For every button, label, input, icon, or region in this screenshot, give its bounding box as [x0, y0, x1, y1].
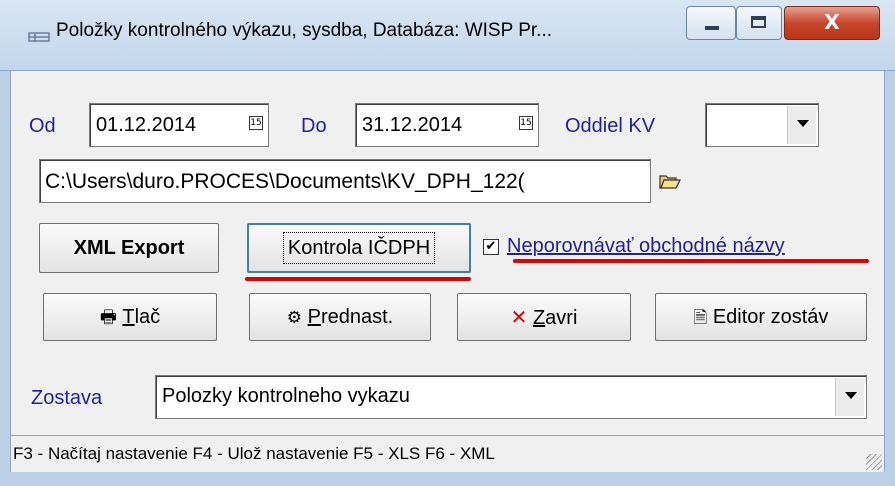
kontrola-icdph-label: Kontrola IČDPH	[282, 232, 436, 264]
xml-export-label: XML Export	[73, 237, 185, 259]
red-underline-annotation	[513, 259, 869, 263]
zavri-mnemonic: Z	[532, 307, 546, 329]
editor-zostav-button[interactable]: 🗎 Editor zostáv	[655, 293, 867, 341]
editor-icon: 🗎	[693, 308, 708, 328]
kontrola-icdph-button[interactable]: Kontrola IČDPH	[247, 223, 471, 273]
zavri-button[interactable]: ✕ Zavri	[457, 293, 631, 341]
neporovnavat-checkbox[interactable]: ✔	[483, 239, 499, 255]
calendar-icon[interactable]: 15	[249, 116, 263, 130]
close-window-button[interactable]: X	[784, 6, 880, 40]
close-x-icon: ✕	[510, 305, 528, 329]
tlac-mnemonic: T	[122, 306, 135, 328]
status-bar: F3 - Načítaj nastavenie F4 - Ulož nastav…	[11, 435, 884, 472]
do-date-value: 31.12.2014	[362, 114, 463, 136]
zostava-value: Polozky kontrolneho vykazu	[162, 385, 410, 407]
od-label: Od	[29, 115, 56, 137]
printer-icon: 🖶	[99, 307, 117, 328]
dialog-client-area: Od 01.12.2014 15 Do 31.12.2014 15 Oddiel…	[10, 70, 885, 472]
zostava-dropdown[interactable]: Polozky kontrolneho vykazu	[155, 375, 867, 419]
xml-export-button[interactable]: XML Export	[39, 223, 219, 273]
editor-zostav-label: Editor zostáv	[712, 306, 829, 328]
window-title: Položky kontrolného výkazu, sysdba, Data…	[56, 20, 553, 41]
title-bar[interactable]: Položky kontrolného výkazu, sysdba, Data…	[0, 0, 895, 71]
minimize-button[interactable]	[686, 6, 736, 40]
dropdown-button[interactable]	[787, 106, 816, 144]
prednast-label: rednast.	[320, 306, 394, 328]
calendar-icon[interactable]: 15	[519, 116, 533, 130]
export-path-value: C:\Users\duro.PROCES\Documents\KV_DPH_12…	[45, 170, 525, 193]
application-window: Položky kontrolného výkazu, sysdba, Data…	[0, 0, 895, 486]
prednastavenie-button[interactable]: ⚙ Prednast.	[249, 293, 431, 341]
chevron-down-icon	[797, 120, 809, 127]
tlac-button[interactable]: 🖶 Tlač	[43, 293, 217, 341]
do-date-field[interactable]: 31.12.2014 15	[355, 103, 539, 147]
neporovnavat-label[interactable]: Neporovnávať obchodné názvy	[507, 235, 785, 258]
oddiel-kv-dropdown[interactable]	[705, 103, 819, 147]
tlac-label: lač	[134, 306, 161, 328]
oddiel-kv-label: Oddiel KV	[565, 115, 656, 137]
maximize-icon	[751, 16, 766, 28]
close-icon: X	[824, 10, 840, 34]
zostava-label: Zostava	[31, 387, 103, 409]
minimize-icon	[705, 26, 719, 30]
export-path-field[interactable]: C:\Users\duro.PROCES\Documents\KV_DPH_12…	[39, 159, 651, 203]
checkbox-check-icon: ✔	[485, 239, 497, 254]
resize-grip[interactable]	[866, 454, 882, 470]
prednast-mnemonic: P	[307, 306, 321, 328]
maximize-button[interactable]	[736, 6, 782, 40]
app-icon	[28, 32, 50, 42]
dropdown-button[interactable]	[835, 378, 864, 416]
zavri-label: avri	[545, 307, 578, 329]
od-date-field[interactable]: 01.12.2014 15	[89, 103, 269, 147]
od-date-value: 01.12.2014	[96, 114, 197, 136]
chevron-down-icon	[845, 392, 857, 399]
folder-icon[interactable]	[659, 173, 681, 189]
settings-icon: ⚙	[286, 308, 303, 328]
status-text: F3 - Načítaj nastavenie F4 - Ulož nastav…	[13, 444, 495, 463]
do-label: Do	[301, 115, 327, 137]
red-underline-annotation	[245, 277, 471, 281]
